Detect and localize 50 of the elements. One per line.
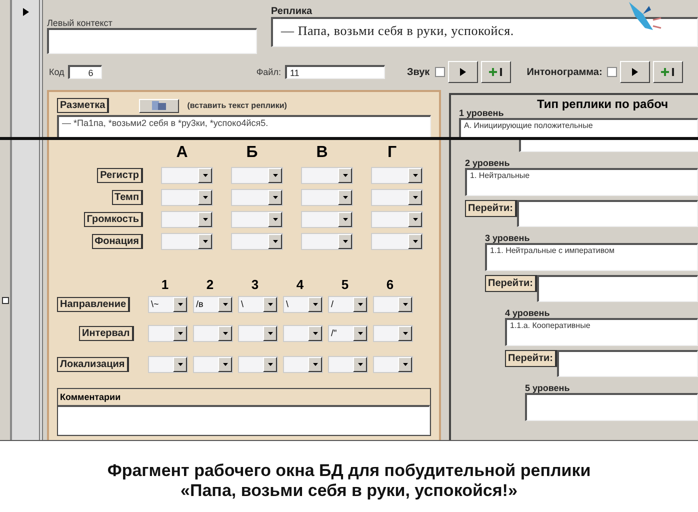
field-label: Звук xyxy=(406,66,430,78)
field-label: Файл: xyxy=(256,67,281,77)
field-label: Фонация xyxy=(92,234,143,249)
text-field[interactable]: 1.1. Нейтральные с императивом xyxy=(485,243,698,271)
field-label: Реплика xyxy=(271,6,314,17)
field-label: Перейти: xyxy=(465,200,517,217)
field-label: Регистр xyxy=(97,168,143,183)
level-label: 1 уровень xyxy=(459,108,505,118)
panel-title: Тип реплики по рабоч xyxy=(536,97,670,111)
column-header: В xyxy=(315,144,329,162)
dropdown[interactable]: /" xyxy=(328,324,368,342)
column-header: 1 xyxy=(160,276,170,292)
level-label: 3 уровень xyxy=(485,233,531,243)
field-label: Разметка xyxy=(57,98,110,113)
column-header: 3 xyxy=(250,276,260,292)
figure-caption: «Папа, возьми себя в руки, успокойся!» xyxy=(180,481,518,501)
field-label: Направление xyxy=(57,296,130,312)
text-field[interactable]: — *Па1па, *возьми2 себя в *ру3ки, *успоко4йся5. xyxy=(57,115,431,137)
column-header: 2 xyxy=(205,276,215,292)
dropdown[interactable]: \ xyxy=(283,296,323,312)
field-label: Громкость xyxy=(84,212,143,227)
level-label: 5 уровень xyxy=(525,383,571,393)
field-label: Интервал xyxy=(79,326,134,340)
text-field[interactable]: — Папа, возьми себя в руки, успокойся. xyxy=(271,17,698,47)
field-label: Интонограмма: xyxy=(526,66,602,78)
level-label: 4 уровень xyxy=(505,308,551,318)
text-field[interactable]: А. Инициирующие положительные xyxy=(459,118,698,137)
column-header: А xyxy=(175,144,189,162)
dropdown[interactable]: \ xyxy=(238,296,278,312)
field-label: Темп xyxy=(112,190,143,205)
column-header: 4 xyxy=(295,276,305,292)
text-field[interactable]: 1. Нейтральные xyxy=(465,168,698,196)
dropdown[interactable]: /в xyxy=(193,296,233,312)
column-header: 6 xyxy=(385,276,395,292)
dropdown[interactable]: / xyxy=(328,296,368,312)
column-header: 5 xyxy=(340,276,350,292)
text-field[interactable]: 1.1.а. Кооперативные xyxy=(505,318,698,346)
column-header: Б xyxy=(245,144,259,162)
dropdown[interactable]: \~ xyxy=(148,296,188,312)
text-field[interactable]: 11 xyxy=(284,65,385,79)
field-label: Перейти: xyxy=(505,350,557,367)
field-label: Локализация xyxy=(57,356,129,372)
column-header: Г xyxy=(386,144,398,162)
level-label: 2 уровень xyxy=(465,158,511,168)
text-field[interactable]: 6 xyxy=(68,65,102,79)
field-label: Код xyxy=(49,67,64,77)
figure-caption: Фрагмент рабочего окна БД для побудительной реплики xyxy=(106,461,592,481)
field-label: Перейти: xyxy=(485,275,537,292)
field-label: Левый контекст xyxy=(47,18,114,28)
hint-text: (вставить текст реплики) xyxy=(187,101,287,110)
